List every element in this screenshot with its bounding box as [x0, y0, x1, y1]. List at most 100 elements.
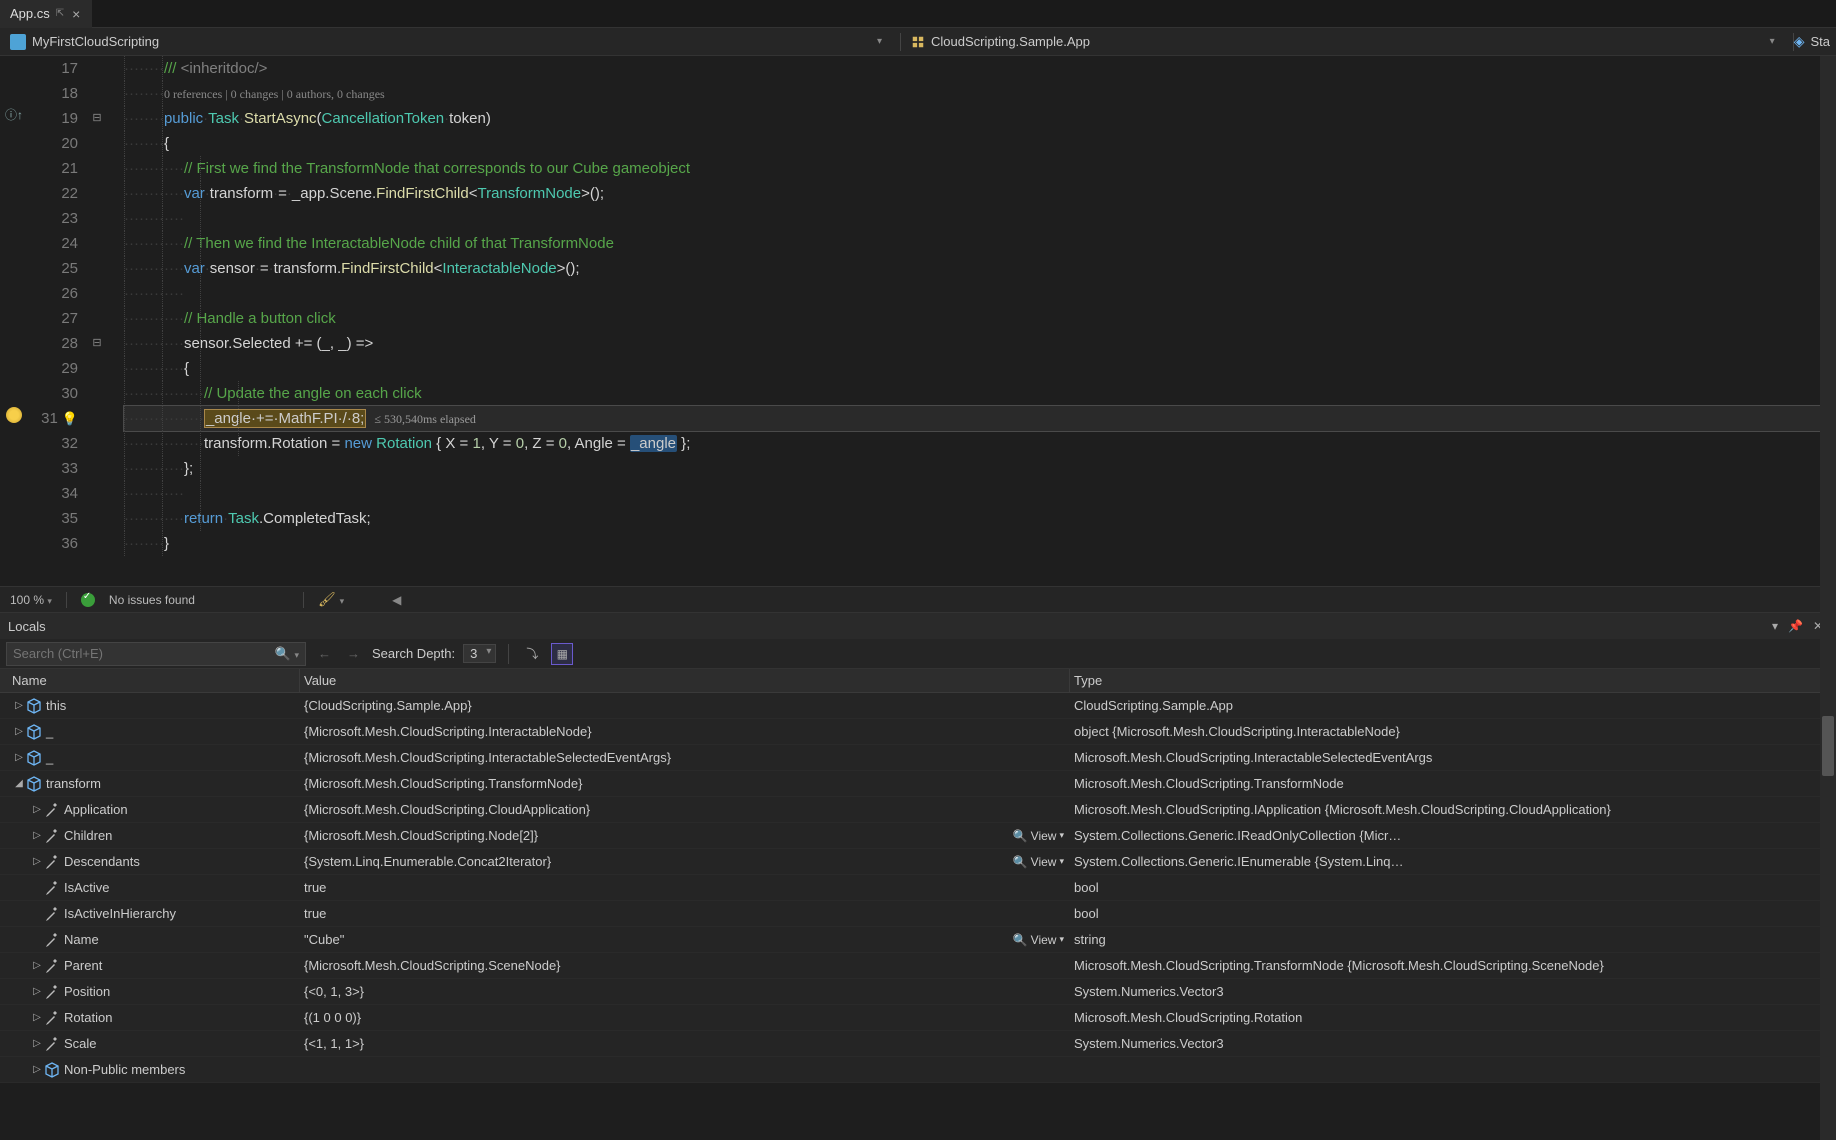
code-line[interactable]: ········{	[124, 131, 1836, 156]
expand-toggle[interactable]: ▷	[30, 804, 44, 815]
locals-row[interactable]: ▷Application{Microsoft.Mesh.CloudScripti…	[0, 797, 1836, 823]
nav-left-icon[interactable]: ◀	[392, 593, 401, 607]
locals-row[interactable]: ▷Children{Microsoft.Mesh.CloudScripting.…	[0, 823, 1836, 849]
code-line[interactable]: ················transform.Rotation = new…	[124, 431, 1836, 456]
code-line[interactable]: ············	[124, 281, 1836, 306]
expand-toggle[interactable]: ▷	[30, 960, 44, 971]
fold-toggle[interactable]: ⊟	[88, 106, 106, 131]
locals-title-label: Locals	[8, 619, 46, 634]
locals-row-name: Scale	[64, 1036, 97, 1051]
locals-row-type: bool	[1074, 880, 1099, 895]
view-button[interactable]: 🔍View ▾	[1013, 933, 1064, 947]
zoom-level[interactable]: 100 % ▾	[10, 593, 52, 607]
col-header-type[interactable]: Type	[1070, 669, 1836, 692]
locals-row-type: Microsoft.Mesh.CloudScripting.IApplicati…	[1074, 802, 1611, 817]
locals-search[interactable]: 🔍 ▾	[6, 642, 306, 666]
code-line[interactable]: ············return·Task.CompletedTask;	[124, 506, 1836, 531]
code-line[interactable]: ············};	[124, 456, 1836, 481]
expand-toggle[interactable]	[30, 934, 44, 945]
expand-toggle[interactable]	[30, 908, 44, 919]
code-line[interactable]: ············	[124, 481, 1836, 506]
breadcrumb-member[interactable]: ◈ Sta	[1794, 33, 1836, 50]
locals-row[interactable]: ▷Position{<0, 1, 3>}System.Numerics.Vect…	[0, 979, 1836, 1005]
magnifier-icon: 🔍	[1013, 933, 1028, 947]
expand-toggle[interactable]: ▷	[30, 1064, 44, 1075]
locals-row[interactable]: ▷Rotation{(1 0 0 0)}Microsoft.Mesh.Cloud…	[0, 1005, 1836, 1031]
code-line[interactable]: ············// Handle a button click	[124, 306, 1836, 331]
close-icon[interactable]: ×	[70, 6, 82, 22]
expand-toggle[interactable]: ▷	[12, 700, 26, 711]
locals-toolbar: 🔍 ▾ ← → Search Depth: 3 ⤵ ▦	[0, 639, 1836, 669]
expand-toggle[interactable]: ▷	[30, 830, 44, 841]
chevron-down-icon[interactable]: ▾	[1770, 36, 1783, 47]
breadcrumb-class[interactable]: CloudScripting.Sample.App ▾	[901, 34, 1793, 49]
tab-appcs[interactable]: App.cs ⇱ ×	[0, 0, 92, 28]
locals-row-type: CloudScripting.Sample.App	[1074, 698, 1233, 713]
code-line[interactable]: ············// Then we find the Interact…	[124, 231, 1836, 256]
locals-row[interactable]: ▷this{CloudScripting.Sample.App}CloudScr…	[0, 693, 1836, 719]
pin-icon[interactable]: ⇱	[56, 8, 64, 19]
locals-row[interactable]: ▷Non-Public members	[0, 1057, 1836, 1083]
locals-row[interactable]: IsActiveInHierarchytruebool	[0, 901, 1836, 927]
code-line[interactable]: ················_angle·+=·MathF.PI·/·8;≤…	[124, 406, 1836, 431]
code-line[interactable]: ············{	[124, 356, 1836, 381]
search-depth-label: Search Depth:	[372, 646, 455, 661]
code-editor[interactable]: ⓘ↑ 171819202122232425262728293031 💡32333…	[0, 56, 1836, 586]
expand-toggle[interactable]: ▷	[12, 752, 26, 763]
code-line[interactable]: ············	[124, 206, 1836, 231]
locals-row[interactable]: ▷_{Microsoft.Mesh.CloudScripting.Interac…	[0, 719, 1836, 745]
code-line[interactable]: ················// Update the angle on e…	[124, 381, 1836, 406]
expand-toggle[interactable]	[30, 882, 44, 893]
tab-bar: App.cs ⇱ ×	[0, 0, 1836, 28]
search-depth-dropdown[interactable]: 3	[463, 644, 496, 663]
info-icon[interactable]: ⓘ↑	[5, 108, 23, 122]
col-header-value[interactable]: Value	[300, 669, 1070, 692]
codelens[interactable]: 0 references | 0 changes | 0 authors, 0 …	[164, 87, 385, 101]
toolbar-btn-1[interactable]: ⤵	[521, 643, 543, 665]
code-line[interactable]: ············// First we find the Transfo…	[124, 156, 1836, 181]
col-header-name[interactable]: Name	[0, 669, 300, 692]
locals-search-input[interactable]	[13, 646, 275, 661]
scrollbar-thumb[interactable]	[1822, 716, 1834, 776]
expand-toggle[interactable]: ▷	[30, 856, 44, 867]
pin-icon[interactable]: 📌	[1783, 619, 1808, 633]
code-line[interactable]: ············var·transform·=·_app.Scene.F…	[124, 181, 1836, 206]
chevron-down-icon[interactable]: ▾	[877, 36, 890, 47]
toolbar-btn-2[interactable]: ▦	[551, 643, 573, 665]
view-button[interactable]: 🔍View ▾	[1013, 855, 1064, 869]
window-dropdown-icon[interactable]: ▾	[1767, 619, 1783, 633]
locals-row[interactable]: ▷_{Microsoft.Mesh.CloudScripting.Interac…	[0, 745, 1836, 771]
nav-fwd-icon[interactable]: →	[343, 646, 364, 661]
expand-toggle[interactable]: ▷	[12, 726, 26, 737]
lightbulb-icon[interactable]: 💡	[62, 406, 78, 431]
locals-row[interactable]: Name"Cube"🔍View ▾string	[0, 927, 1836, 953]
locals-row[interactable]: IsActivetruebool	[0, 875, 1836, 901]
code-line[interactable]: ········0 references | 0 changes | 0 aut…	[124, 81, 1836, 106]
locals-row[interactable]: ▷Descendants{System.Linq.Enumerable.Conc…	[0, 849, 1836, 875]
code-line[interactable]: ········/// <inheritdoc/>	[124, 56, 1836, 81]
expand-toggle[interactable]: ▷	[30, 1038, 44, 1049]
breadcrumb-project[interactable]: MyFirstCloudScripting ▾	[0, 34, 900, 50]
locals-row[interactable]: ◢transform{Microsoft.Mesh.CloudScripting…	[0, 771, 1836, 797]
breadcrumb-project-label: MyFirstCloudScripting	[32, 34, 159, 49]
brush-icon[interactable]: 🖌 ▾	[318, 591, 344, 608]
vertical-scrollbar[interactable]	[1820, 56, 1836, 1140]
locals-row[interactable]: ▷Parent{Microsoft.Mesh.CloudScripting.Sc…	[0, 953, 1836, 979]
breakpoint-icon[interactable]	[6, 407, 22, 423]
search-icon[interactable]: 🔍 ▾	[275, 646, 299, 662]
locals-row-value: {CloudScripting.Sample.App}	[304, 698, 472, 713]
locals-row-name: Rotation	[64, 1010, 112, 1025]
nav-back-icon[interactable]: ←	[314, 646, 335, 661]
expand-toggle[interactable]: ▷	[30, 986, 44, 997]
expand-toggle[interactable]: ▷	[30, 1012, 44, 1023]
code-line[interactable]: ········public·Task·StartAsync(Cancellat…	[124, 106, 1836, 131]
fold-toggle[interactable]: ⊟	[88, 331, 106, 356]
csharp-icon	[10, 34, 26, 50]
code-line[interactable]: ········}	[124, 531, 1836, 556]
locals-row[interactable]: ▷Scale{<1, 1, 1>}System.Numerics.Vector3	[0, 1031, 1836, 1057]
magnifier-icon: 🔍	[1013, 855, 1028, 869]
code-line[interactable]: ············var·sensor·=·transform.FindF…	[124, 256, 1836, 281]
view-button[interactable]: 🔍View ▾	[1013, 829, 1064, 843]
code-line[interactable]: ············sensor.Selected += (_, _) =>	[124, 331, 1836, 356]
expand-toggle[interactable]: ◢	[12, 778, 26, 789]
